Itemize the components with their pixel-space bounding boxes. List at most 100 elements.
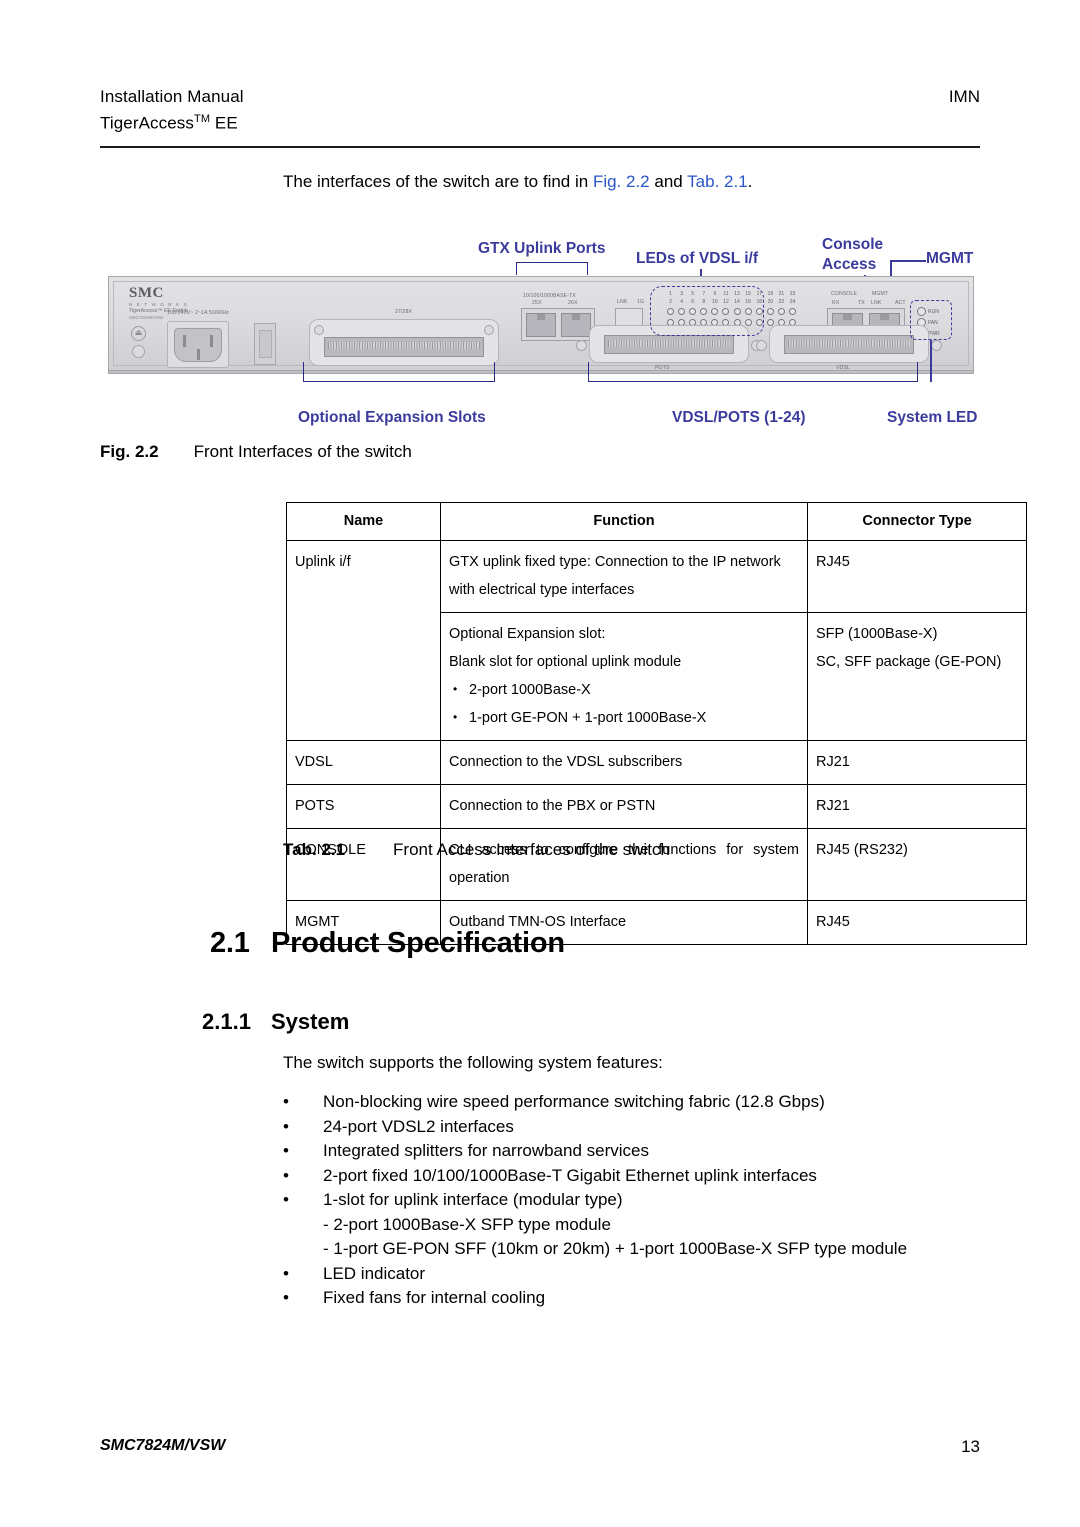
function-bullet-list: 2-port 1000Base-X 1-port GE-PON + 1-port… [449,675,799,732]
vdsl-screw-right [931,340,942,351]
bullet-marker: • [283,1190,289,1209]
intro-paragraph: The interfaces of the switch are to find… [283,170,752,194]
feature-text: Fixed fans for internal cooling [323,1288,546,1307]
leader-line-system-led [930,340,932,382]
bullet-marker: • [283,1116,289,1136]
feature-text: LED indicator [323,1263,426,1283]
connector-line: RJ45 [816,554,850,570]
bullet-marker: • [283,1263,289,1283]
intro-text-part2: and [649,172,688,191]
header-left: Installation Manual TigerAccessTM EE [100,85,244,135]
cell-connector: RJ45 (RS232) [807,828,1027,901]
section-number: 2.1 [210,927,250,959]
function-bullet-item: 2-port 1000Base-X [449,675,799,704]
feature-text: 24-port VDSL2 interfaces [323,1116,514,1136]
ground-symbol: ⏏ [131,326,146,341]
pots-connector-body [604,335,734,354]
section-heading-2-1-1: 2.1.1 System [202,1009,349,1035]
optional-expansion-slot [309,319,499,366]
cell-function: Connection to the VDSL subscribers [440,740,808,785]
gtx-uplink-port-25x[interactable] [526,313,556,337]
feature-item: • Fixed fans for internal cooling [283,1286,983,1311]
leader-bracket-gtx [516,262,588,275]
link-fig-2-2[interactable]: Fig. 2.2 [593,172,650,191]
led-num: 23 [789,291,796,297]
link-tab-2-1[interactable]: Tab. 2.1 [687,172,748,191]
label-console-access-line2: Access [822,256,877,273]
feature-item: • 1-slot for uplink interface (modular ty… [283,1188,983,1213]
ac-pin-left [183,335,186,347]
uplink-port-25x-label: 25X [532,300,542,306]
uplink-spec-label: 10/100/1000BASE-TX [523,293,576,299]
bullet-marker: • [283,1141,289,1160]
power-switch-rocker [259,330,272,358]
exp-slot-screw-right [484,325,494,335]
system-features-intro: The switch supports the following system… [283,1053,663,1072]
pots-screw-left [576,340,587,351]
feature-text: 2-port fixed 10/100/1000Base-T Gigabit E… [323,1165,817,1185]
intro-text-part1: The interfaces of the switch are to find… [283,172,593,191]
table-row: VDSL Connection to the VDSL subscribers … [286,740,1027,785]
led-num: 19 [767,291,774,297]
ac-pin-ground [197,349,200,360]
gtx-uplink-port-26x[interactable] [561,313,591,337]
figure-caption-label: Fig. 2.2 [100,442,159,461]
vdsl-led [766,319,774,326]
document-page: Installation Manual TigerAccessTM EE IMN… [0,0,1080,1527]
figure-caption: Fig. 2.2 Front Interfaces of the switch [100,442,412,462]
sfp-lnk-label: LNK [617,299,628,305]
table-caption-text: Front Access Interfaces of the switch [393,840,670,859]
trademark-symbol: TM [194,113,211,125]
col-header-function: Function [440,502,808,541]
feature-item: • LED indicator [283,1262,983,1287]
figure-front-interfaces: GTX Uplink Ports LEDs of VDSL i/f Consol… [100,232,1000,432]
leader-bracket-vdsl-pots [588,362,918,382]
smc-logo: SMC [129,285,164,301]
table-caption: Tab. 2.1 Front Access Interfaces of the s… [283,840,670,860]
function-bullet-item: 1-port GE-PON + 1-port 1000Base-X [449,703,799,732]
footer-page-number: 13 [961,1437,980,1456]
cell-function: Connection to the PBX or PSTN [440,784,808,829]
power-rating-label: 100-240V~ 2~1A 50/60Hz [167,310,229,316]
table-header-row: Name Function Connector Type [286,502,1027,541]
cell-connector: RJ45 [807,540,1027,613]
label-optional-expansion-slots: Optional Expansion Slots [298,409,486,426]
cell-name: Uplink i/f [286,540,441,741]
cell-name: POTS [286,784,441,829]
leader-bracket-expansion-slots [303,362,495,382]
console-rx-label: RX [832,300,840,306]
vdsl-rj21-connector [756,325,942,363]
smc-logo-subtitle: N E T W O R K S [129,302,189,307]
section-heading-2-1: 2.1 Product Specification [210,927,565,960]
table-row: Uplink i/f GTX uplink fixed type: Connec… [286,540,1027,741]
subsection-title: System [271,1009,350,1034]
power-switch[interactable] [254,323,276,365]
vdsl-led [777,308,785,315]
device-model-code: SMC7824M/VSW [129,315,164,320]
cell-connector: RJ21 [807,740,1027,785]
vdsl-led [789,308,797,315]
led-num: 24 [789,299,796,305]
console-tx-label: TX [858,300,865,306]
col-header-name: Name [286,502,441,541]
ac-inlet-body [174,328,222,362]
chassis-screw-left [132,345,145,358]
leader-line-mgmt-horz [890,260,926,262]
table-body: Uplink i/f GTX uplink fixed type: Connec… [286,540,1027,945]
function-line: with electrical type interfaces [449,582,635,598]
header-divider [100,146,980,148]
vdsl-connector-body [784,335,914,354]
dash-callout-system-led [910,300,952,340]
cell-connector: RJ21 [807,784,1027,829]
feature-item: • Integrated splitters for narrowband ser… [283,1139,983,1164]
cell-function: GTX uplink fixed type: Connection to the… [440,540,808,613]
cell-connector: SFP (1000Base-X) SC, SFF package (GE-PON… [807,612,1027,741]
expansion-slot-label: 27/28X [395,309,413,315]
function-line: GTX uplink fixed type: Connection to the… [449,554,781,570]
vdsl-screw-left [756,340,767,351]
connector-line: SFP (1000Base-X) [816,626,938,642]
cell-name: VDSL [286,740,441,785]
feature-item: • Non-blocking wire speed performance swi… [283,1090,983,1115]
header-product-suffix: EE [210,113,238,133]
pots-pins [608,340,730,347]
